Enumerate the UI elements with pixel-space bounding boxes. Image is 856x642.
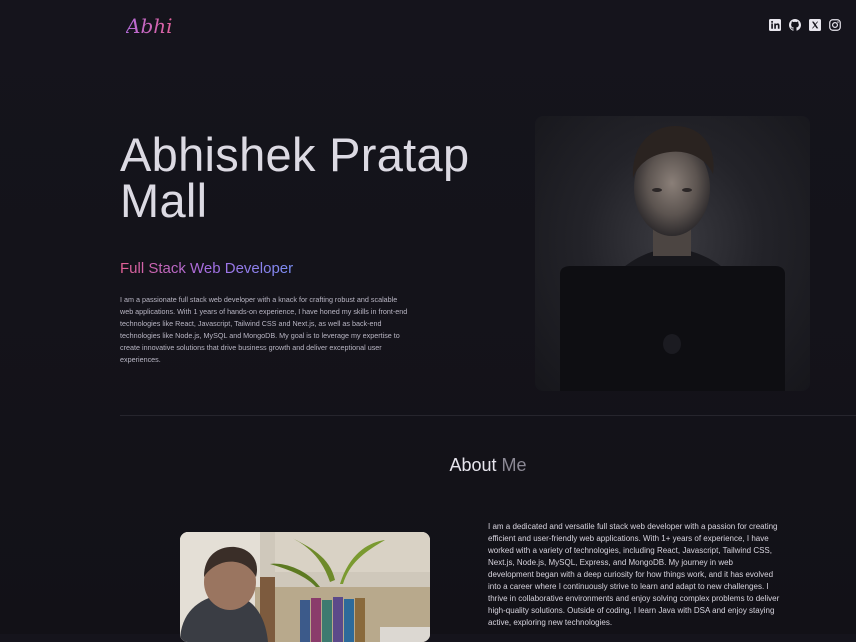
section-divider xyxy=(120,415,856,416)
about-title: About Me xyxy=(0,455,856,476)
x-icon[interactable] xyxy=(809,19,821,31)
hero-bio: I am a passionate full stack web develop… xyxy=(120,295,408,364)
hero-role: Full Stack Web Developer xyxy=(120,260,294,277)
hero-name-line1: Abhishek Pratap xyxy=(120,128,470,181)
linkedin-icon[interactable] xyxy=(769,19,781,31)
hero-name: Abhishek Pratap Mall xyxy=(120,128,500,227)
instagram-icon[interactable] xyxy=(829,19,841,31)
logo[interactable]: Abhi xyxy=(126,14,173,38)
about-photo-image xyxy=(180,532,430,642)
hero-name-line2: Mall xyxy=(120,174,208,227)
about-text: I am a dedicated and versatile full stac… xyxy=(488,522,780,627)
social-links xyxy=(769,19,841,31)
hero-portrait-image xyxy=(535,116,810,391)
about-title-muted: Me xyxy=(501,455,527,475)
github-icon[interactable] xyxy=(789,19,801,31)
about-title-main: About xyxy=(449,455,497,475)
portfolio-page: Abhi Abhishek Pratap Mall Full Stack Web… xyxy=(0,0,856,642)
top-nav: Abhi xyxy=(0,0,856,52)
